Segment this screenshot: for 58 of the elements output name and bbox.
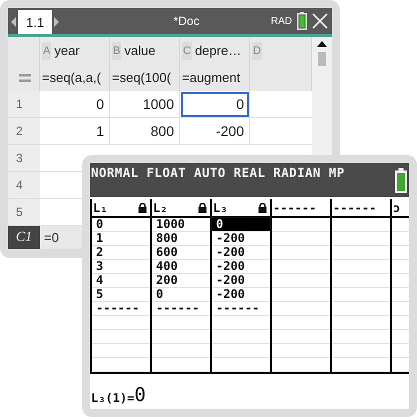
list-header[interactable]: L₁ bbox=[92, 199, 150, 218]
list-header[interactable]: L₂ bbox=[152, 199, 210, 218]
list-cell[interactable]: 0 bbox=[92, 218, 150, 231]
list-cell[interactable]: 600 bbox=[152, 246, 210, 259]
column-header[interactable]: C depre… bbox=[180, 37, 250, 64]
list-cell[interactable]: 1000 bbox=[152, 218, 210, 231]
mode-status: NORMAL FLOAT AUTO REAL RADIAN MP bbox=[91, 165, 345, 180]
scroll-thumb[interactable] bbox=[318, 52, 326, 66]
list-cell[interactable]: 1 bbox=[92, 232, 150, 245]
angle-mode: RAD bbox=[270, 16, 292, 26]
lock-icon bbox=[138, 202, 147, 212]
list-cell[interactable]: 0 bbox=[152, 288, 210, 301]
battery-icon bbox=[395, 168, 407, 193]
table-cell[interactable]: 0 bbox=[40, 91, 110, 118]
list-header[interactable]: ------ bbox=[272, 199, 330, 218]
row-number: 3 bbox=[8, 145, 40, 172]
list-header[interactable]: ------ bbox=[332, 199, 390, 218]
list-cell[interactable]: 2 bbox=[92, 246, 150, 259]
formula-cell[interactable]: =augment bbox=[180, 64, 250, 91]
list-header[interactable]: ɔ bbox=[392, 199, 409, 218]
table-cell[interactable]: 1 bbox=[40, 118, 110, 145]
table-cell[interactable]: 800 bbox=[110, 118, 180, 145]
equals-icon bbox=[18, 74, 30, 82]
list-cell[interactable]: -200 bbox=[212, 274, 270, 287]
list-cell[interactable]: ------ bbox=[212, 302, 270, 315]
table-cell[interactable]: -200 bbox=[180, 118, 250, 145]
lock-icon bbox=[258, 202, 267, 212]
list-cell[interactable]: -200 bbox=[212, 288, 270, 301]
column-header[interactable]: A year bbox=[40, 37, 110, 64]
list-cell[interactable]: ------ bbox=[92, 302, 150, 315]
column-header[interactable]: B value bbox=[110, 37, 180, 64]
list-cell[interactable]: -200 bbox=[212, 246, 270, 259]
cell-reference: C1 bbox=[8, 226, 40, 249]
list-cell[interactable]: 400 bbox=[152, 260, 210, 273]
list-cell[interactable]: 4 bbox=[92, 274, 150, 287]
list-cell[interactable]: -200 bbox=[212, 260, 270, 273]
row-number: 2 bbox=[8, 118, 40, 145]
list-cell[interactable]: 3 bbox=[92, 260, 150, 273]
formula-cell[interactable]: =seq(a,a,( bbox=[40, 64, 110, 91]
list-cell[interactable]: 200 bbox=[152, 274, 210, 287]
lock-icon bbox=[198, 202, 207, 212]
formula-cell[interactable]: =seq(100( bbox=[110, 64, 180, 91]
list-cell[interactable]: ------ bbox=[152, 302, 210, 315]
list-cell[interactable]: 5 bbox=[92, 288, 150, 301]
table-cell[interactable]: 0 bbox=[180, 91, 250, 118]
list-cell[interactable]: 800 bbox=[152, 232, 210, 245]
page-tab[interactable]: 1.1 bbox=[18, 10, 52, 34]
document-title: *Doc bbox=[172, 14, 200, 28]
table-cell[interactable]: 1000 bbox=[110, 91, 180, 118]
row-number: 1 bbox=[8, 91, 40, 118]
formula-cell[interactable] bbox=[250, 64, 312, 91]
battery-icon bbox=[297, 12, 307, 30]
scroll-up-icon[interactable] bbox=[317, 41, 327, 47]
row-number: 5 bbox=[8, 199, 40, 226]
close-icon[interactable] bbox=[312, 13, 328, 29]
list-cell[interactable]: -200 bbox=[212, 232, 270, 245]
row-number: 4 bbox=[8, 172, 40, 199]
list-cell[interactable]: 0 bbox=[212, 218, 270, 231]
